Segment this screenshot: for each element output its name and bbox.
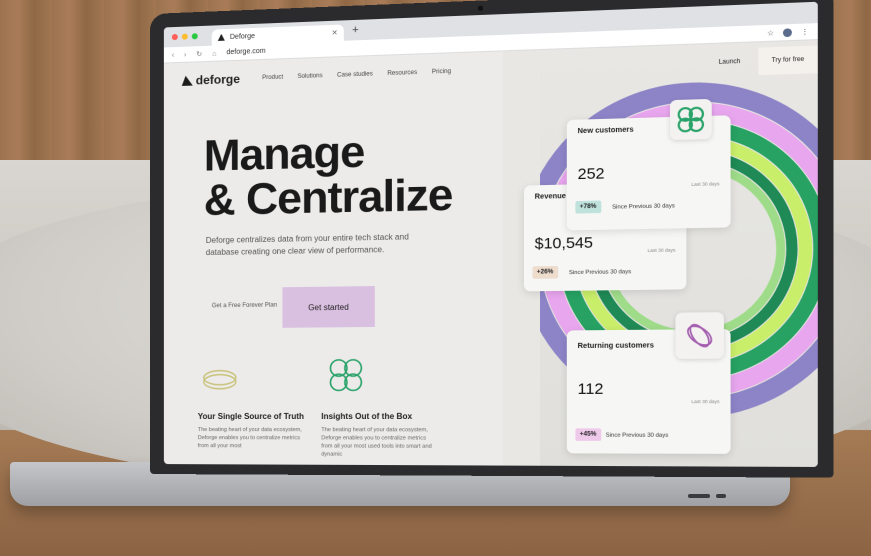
card-since: Since Previous 30 days [612, 203, 675, 211]
circles-cluster-icon [325, 355, 366, 401]
hero-subtitle: Deforge centralizes data from your entir… [205, 232, 409, 258]
deforge-favicon-icon [218, 34, 225, 41]
card-value: 112 [577, 380, 604, 399]
website: Revenue $10,545 Last 30 days +26% Since … [164, 40, 818, 467]
card-period: Last 30 days [647, 247, 676, 254]
close-tab-icon[interactable]: ✕ [332, 29, 338, 37]
deforge-logo-icon [182, 76, 193, 86]
card-delta: +26% [532, 265, 558, 279]
circles-cluster-icon [669, 98, 712, 141]
toolbar-right: ☆ ⋮ [767, 27, 809, 37]
maximize-window-icon[interactable] [191, 33, 198, 40]
navigation-icons[interactable]: ‹ › ↻ ⌂ [172, 49, 221, 59]
orbit-rings-graphic [200, 359, 240, 399]
free-plan-link[interactable]: Get a Free Forever Plan [212, 303, 277, 310]
laptop-port [716, 494, 726, 498]
hero-title-line: & Centralize [203, 169, 453, 225]
profile-avatar[interactable] [782, 27, 792, 37]
brand-logo[interactable]: deforge [182, 72, 240, 88]
circles-cluster-graphic [325, 355, 366, 396]
photo-scene: Deforge ✕ + ‹ › ↻ ⌂ deforge.com ☆ ⋮ Reve… [0, 0, 871, 556]
feature-title: Your Single Source of Truth [197, 411, 305, 422]
bookmark-star-icon[interactable]: ☆ [767, 28, 774, 38]
orbit-ellipse-graphic [683, 320, 716, 352]
laptop-lid: Deforge ✕ + ‹ › ↻ ⌂ deforge.com ☆ ⋮ Reve… [150, 0, 834, 478]
feature-text: The beating heart of your data ecosystem… [321, 427, 432, 458]
card-delta: +45% [575, 428, 601, 441]
hero-title: Manage & Centralize [203, 127, 453, 225]
card-value: 252 [577, 164, 605, 184]
card-title: Revenue [534, 192, 566, 201]
orbit-ellipse-icon [675, 312, 724, 359]
card-since: Since Previous 30 days [568, 269, 632, 277]
launch-link[interactable]: Launch [719, 59, 741, 66]
url-text[interactable]: deforge.com [226, 48, 265, 57]
nav-product[interactable]: Product [262, 74, 283, 81]
new-tab-button[interactable]: + [352, 24, 359, 37]
laptop-port [688, 494, 710, 498]
nav-resources[interactable]: Resources [387, 70, 417, 77]
card-value: $10,545 [534, 234, 593, 253]
feature-text: The beating heart of your data ecosystem… [197, 427, 302, 450]
nav-actions: Launch Try for free [719, 45, 818, 76]
nav-pricing[interactable]: Pricing [432, 69, 451, 76]
nav-solutions[interactable]: Solutions [297, 73, 322, 80]
camera-icon [477, 5, 484, 11]
card-title: Returning customers [577, 342, 654, 351]
minimize-window-icon[interactable] [181, 33, 188, 40]
laptop-screen: Deforge ✕ + ‹ › ↻ ⌂ deforge.com ☆ ⋮ Reve… [163, 1, 818, 467]
card-delta: +78% [575, 200, 601, 214]
circles-cluster-graphic [677, 105, 706, 133]
nav-case-studies[interactable]: Case studies [337, 71, 373, 78]
orbit-rings-icon [200, 359, 240, 404]
try-for-free-button[interactable]: Try for free [758, 45, 818, 76]
get-started-button[interactable]: Get started [282, 286, 375, 328]
card-title: New customers [577, 126, 634, 136]
brand-name: deforge [195, 71, 240, 88]
browser-menu-icon[interactable]: ⋮ [801, 27, 809, 36]
close-window-icon[interactable] [171, 33, 178, 41]
hero-visual-panel: Revenue $10,545 Last 30 days +26% Since … [502, 40, 818, 467]
card-period: Last 30 days [691, 181, 720, 188]
tab-title: Deforge [229, 32, 255, 41]
card-period: Last 30 days [691, 398, 720, 405]
feature-title: Insights Out of the Box [321, 411, 413, 422]
card-since: Since Previous 30 days [605, 432, 669, 439]
